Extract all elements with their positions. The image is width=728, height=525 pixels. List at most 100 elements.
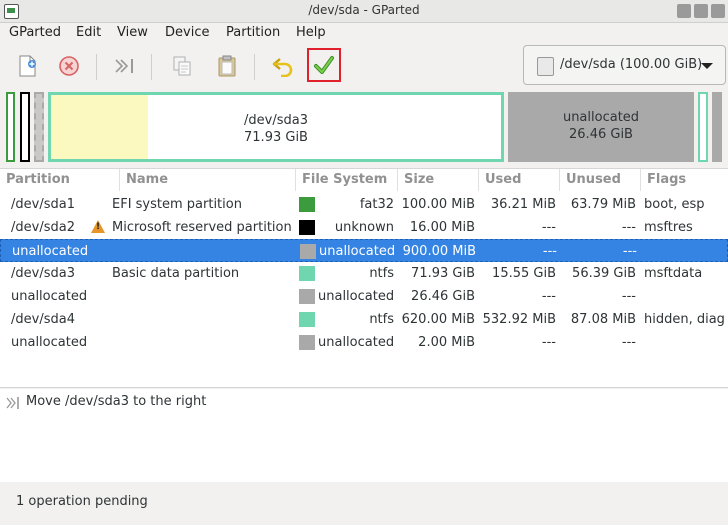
paste-button[interactable] xyxy=(212,51,242,81)
menu-partition[interactable]: Partition xyxy=(226,25,280,40)
size: 16.00 MiB xyxy=(409,220,475,235)
table-row[interactable]: unallocated unallocated 900.00 MiB --- --- xyxy=(0,239,728,262)
undo-icon xyxy=(272,58,293,77)
flags: msftdata xyxy=(644,266,703,281)
dropdown-arrow-icon xyxy=(701,63,713,69)
flags: hidden, diag xyxy=(644,312,725,327)
device-selector[interactable]: /dev/sda (100.00 GiB) xyxy=(523,45,726,85)
filesystem-color-swatch xyxy=(299,335,315,350)
new-document-icon xyxy=(19,55,36,77)
unallocated-map-size: 26.46 GiB xyxy=(569,127,633,142)
header-unused[interactable]: Unused xyxy=(560,169,641,191)
header-file-system[interactable]: File System xyxy=(296,169,398,191)
pending-operations-pane: Move /dev/sda3 to the right xyxy=(0,389,728,482)
header-size[interactable]: Size xyxy=(398,169,479,191)
window-title: /dev/sda - GParted xyxy=(308,3,420,17)
flags: msftres xyxy=(644,220,693,235)
warning-icon: ! xyxy=(91,220,105,233)
checkmark-icon xyxy=(314,56,334,74)
minimize-button[interactable] xyxy=(677,4,691,18)
disk-map: /dev/sda3 71.93 GiB unallocated 26.46 Gi… xyxy=(0,90,728,164)
new-partition-button[interactable] xyxy=(12,51,42,81)
toolbar-separator xyxy=(151,54,152,80)
filesystem: ntfs xyxy=(369,312,394,327)
paste-icon xyxy=(218,55,236,77)
delete-partition-button[interactable] xyxy=(54,51,84,81)
unused: --- xyxy=(621,220,636,235)
menu-bar: GParted Edit View Device Partition Help xyxy=(0,22,728,44)
used: --- xyxy=(542,244,557,259)
unused: 56.39 GiB xyxy=(572,266,636,281)
menu-gparted[interactable]: GParted xyxy=(9,25,61,40)
partition-path: unallocated xyxy=(11,289,88,304)
menu-help[interactable]: Help xyxy=(296,25,326,40)
partition-path: /dev/sda2 xyxy=(11,220,75,235)
unused: 63.79 MiB xyxy=(570,197,636,212)
filesystem-color-swatch xyxy=(299,289,315,304)
device-selector-label: /dev/sda (100.00 GiB) xyxy=(560,57,703,72)
undo-button[interactable] xyxy=(268,51,298,81)
filesystem: fat32 xyxy=(359,197,394,212)
resize-move-icon xyxy=(115,59,133,73)
partition-name: Basic data partition xyxy=(112,266,240,281)
unused: --- xyxy=(621,335,636,350)
status-text: 1 operation pending xyxy=(16,494,148,509)
partition-name: Microsoft reserved partition xyxy=(112,220,292,235)
disk-map-segment-unallocated-selected[interactable] xyxy=(34,92,44,162)
header-used[interactable]: Used xyxy=(479,169,560,191)
size: 620.00 MiB xyxy=(401,312,475,327)
table-row[interactable]: /dev/sda2! Microsoft reserved partition un… xyxy=(0,216,728,239)
sda3-map-name: /dev/sda3 xyxy=(244,113,308,128)
sda3-map-size: 71.93 GiB xyxy=(244,130,308,145)
disk-map-segment-unallocated-end[interactable] xyxy=(712,92,722,162)
table-row[interactable]: unallocated unallocated 26.46 GiB --- --- xyxy=(0,285,728,308)
toolbar-separator xyxy=(254,54,255,80)
filesystem-color-swatch xyxy=(299,220,315,235)
unused: --- xyxy=(622,244,637,259)
table-row[interactable]: /dev/sda1 EFI system partition fat32 100.00… xyxy=(0,193,728,216)
maximize-button[interactable] xyxy=(694,4,708,18)
size: 100.00 MiB xyxy=(401,197,475,212)
flags: boot, esp xyxy=(644,197,705,212)
header-name[interactable]: Name xyxy=(120,169,296,191)
menu-edit[interactable]: Edit xyxy=(76,25,101,40)
menu-view[interactable]: View xyxy=(117,25,148,40)
copy-button[interactable] xyxy=(167,51,197,81)
size: 71.93 GiB xyxy=(411,266,475,281)
filesystem: unallocated xyxy=(318,289,395,304)
partition-path: unallocated xyxy=(12,244,89,259)
copy-icon xyxy=(173,56,191,76)
disk-map-segment-unallocated[interactable]: unallocated 26.46 GiB xyxy=(508,92,694,162)
partition-table: Partition Name File System Size Used Unu… xyxy=(0,168,728,388)
table-row[interactable]: /dev/sda3 Basic data partition ntfs 71.93 G… xyxy=(0,262,728,285)
resize-move-button[interactable] xyxy=(110,51,140,81)
table-row[interactable]: /dev/sda4 ntfs 620.00 MiB 532.92 MiB 87.08 M… xyxy=(0,308,728,331)
filesystem-color-swatch xyxy=(299,312,315,327)
apply-button[interactable] xyxy=(307,48,341,82)
delete-icon xyxy=(59,56,79,76)
hard-disk-icon xyxy=(537,57,554,76)
disk-map-segment-sda1[interactable] xyxy=(6,92,15,162)
disk-map-segment-sda2[interactable] xyxy=(20,92,30,162)
used: 15.55 GiB xyxy=(492,266,556,281)
used: --- xyxy=(541,289,556,304)
unused: 87.08 MiB xyxy=(570,312,636,327)
disk-map-segment-sda3[interactable]: /dev/sda3 71.93 GiB xyxy=(48,92,504,162)
size: 900.00 MiB xyxy=(402,244,476,259)
table-row[interactable]: unallocated unallocated 2.00 MiB --- --- xyxy=(0,331,728,354)
partition-name: EFI system partition xyxy=(112,197,242,212)
used: --- xyxy=(541,335,556,350)
filesystem: unallocated xyxy=(319,244,396,259)
unallocated-map-name: unallocated xyxy=(562,110,640,125)
filesystem: unknown xyxy=(334,220,394,235)
unused: --- xyxy=(621,289,636,304)
filesystem-color-swatch xyxy=(300,244,316,259)
menu-device[interactable]: Device xyxy=(165,25,209,40)
operation-item[interactable]: Move /dev/sda3 to the right xyxy=(26,394,206,409)
header-partition[interactable]: Partition xyxy=(0,169,120,191)
title-bar: /dev/sda - GParted xyxy=(0,0,728,23)
header-flags[interactable]: Flags xyxy=(641,169,728,191)
filesystem: ntfs xyxy=(369,266,394,281)
disk-map-segment-sda4[interactable] xyxy=(698,92,708,162)
close-window-button[interactable] xyxy=(711,4,725,18)
